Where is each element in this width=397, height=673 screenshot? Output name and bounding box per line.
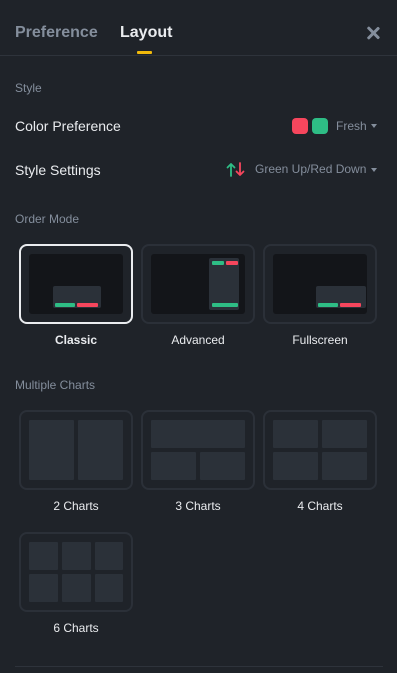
- close-icon[interactable]: [364, 24, 382, 42]
- order-mode-advanced-label: Advanced: [171, 333, 225, 347]
- charts-6-option[interactable]: [19, 532, 133, 612]
- chart-cell: [29, 574, 58, 602]
- chart-cell: [322, 452, 367, 480]
- charts-3-label: 3 Charts: [175, 499, 221, 513]
- fullscreen-preview: [273, 254, 367, 314]
- order-mode-classic-label: Classic: [54, 333, 98, 347]
- color-swatch-green[interactable]: [312, 118, 328, 134]
- charts-3-option[interactable]: [141, 410, 255, 490]
- chart-cell: [62, 574, 91, 602]
- caret-down-icon[interactable]: [371, 124, 377, 128]
- classic-preview: [29, 254, 123, 314]
- charts-2-label: 2 Charts: [53, 499, 99, 513]
- sell-bar: [77, 303, 98, 307]
- chart-cell: [273, 420, 318, 448]
- color-preference-value[interactable]: Fresh: [336, 119, 367, 133]
- tab-preference[interactable]: Preference: [15, 24, 98, 42]
- style-settings-value[interactable]: Green Up/Red Down: [255, 162, 366, 176]
- chart-cell: [95, 542, 123, 570]
- sell-bar: [340, 303, 361, 307]
- color-swatch-red[interactable]: [292, 118, 308, 134]
- tab-layout[interactable]: Layout: [120, 24, 172, 42]
- color-preference-label: Color Preference: [15, 118, 121, 134]
- multiple-charts-section-label: Multiple Charts: [15, 378, 96, 392]
- order-mode-classic[interactable]: [19, 244, 133, 324]
- advanced-preview: [151, 254, 245, 314]
- order-mode-section-label: Order Mode: [15, 212, 80, 226]
- charts-4-label: 4 Charts: [297, 499, 343, 513]
- buy-bar: [318, 303, 338, 307]
- divider: [15, 666, 383, 667]
- caret-down-icon[interactable]: [371, 168, 377, 172]
- charts-2-option[interactable]: [19, 410, 133, 490]
- chart-cell: [151, 420, 245, 448]
- chart-cell: [29, 420, 74, 480]
- sell-bar: [226, 261, 238, 265]
- chart-cell: [273, 452, 318, 480]
- order-mode-advanced[interactable]: [141, 244, 255, 324]
- order-mode-fullscreen[interactable]: [263, 244, 377, 324]
- buy-bar: [55, 303, 75, 307]
- chart-cell: [29, 542, 58, 570]
- style-settings-label: Style Settings: [15, 162, 101, 178]
- chart-cell: [151, 452, 196, 480]
- charts-4-option[interactable]: [263, 410, 377, 490]
- buy-bar: [212, 303, 238, 307]
- style-section-label: Style: [15, 81, 42, 95]
- arrow-up-down-icon: [226, 162, 245, 177]
- buy-bar: [212, 261, 224, 265]
- active-tab-indicator: [137, 51, 152, 54]
- chart-cell: [200, 452, 245, 480]
- chart-cell: [78, 420, 123, 480]
- chart-cell: [95, 574, 123, 602]
- chart-cell: [62, 542, 91, 570]
- panel-header: Preference Layout: [0, 0, 397, 56]
- chart-cell: [322, 420, 367, 448]
- order-mode-fullscreen-label: Fullscreen: [292, 333, 348, 347]
- charts-6-label: 6 Charts: [53, 621, 99, 635]
